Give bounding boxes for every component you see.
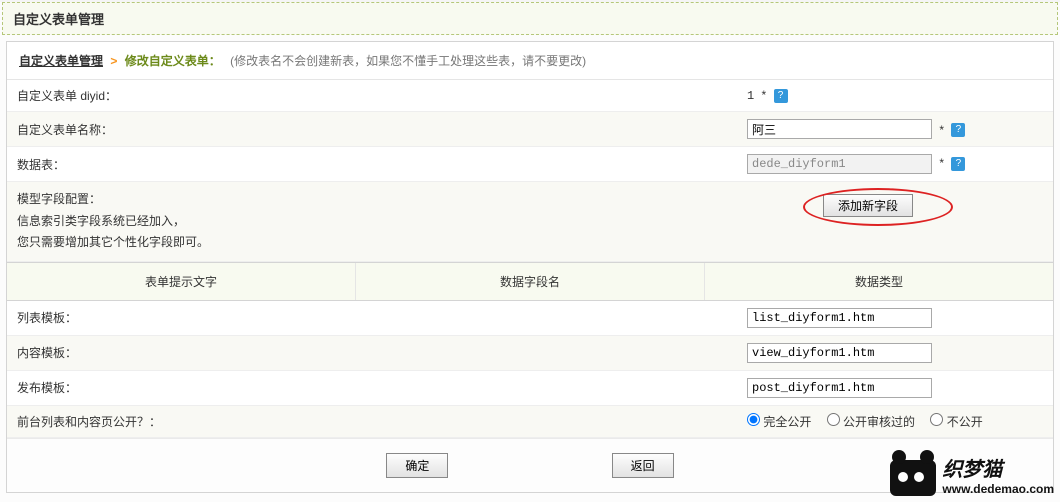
ok-button[interactable]: 确定 bbox=[386, 453, 448, 478]
required-star: * bbox=[758, 88, 771, 102]
list-tpl-label: 列表模板： bbox=[7, 301, 737, 336]
page-title: 自定义表单管理 bbox=[13, 9, 1047, 28]
public-radio-none[interactable] bbox=[930, 413, 943, 426]
public-label: 前台列表和内容页公开？： bbox=[7, 405, 737, 437]
name-input[interactable] bbox=[747, 119, 932, 139]
public-option-audited[interactable]: 公开审核过的 bbox=[827, 415, 915, 429]
table-label: 数据表： bbox=[7, 147, 737, 182]
list-tpl-input[interactable] bbox=[747, 308, 932, 328]
back-button[interactable]: 返回 bbox=[612, 453, 674, 478]
page-header-panel: 自定义表单管理 bbox=[2, 2, 1058, 35]
content-tpl-input[interactable] bbox=[747, 343, 932, 363]
watermark-url: www.dedemao.com bbox=[942, 482, 1054, 496]
public-radio-audited[interactable] bbox=[827, 413, 840, 426]
breadcrumb-current: 修改自定义表单： bbox=[125, 54, 221, 68]
public-option-full[interactable]: 完全公开 bbox=[747, 415, 811, 429]
post-tpl-label: 发布模板： bbox=[7, 370, 737, 405]
main-panel: 自定义表单管理 > 修改自定义表单： (修改表名不会创建新表，如果您不懂手工处理… bbox=[6, 41, 1054, 493]
field-config-desc2: 您只需要增加其它个性化字段即可。 bbox=[17, 232, 1043, 254]
name-label: 自定义表单名称： bbox=[7, 112, 737, 147]
breadcrumb-separator-icon: > bbox=[106, 54, 121, 68]
diyid-label: 自定义表单 diyid： bbox=[7, 80, 737, 112]
col-header-prompt: 表单提示文字 bbox=[7, 263, 356, 300]
required-star: * bbox=[935, 123, 948, 137]
help-icon[interactable]: ? bbox=[774, 89, 788, 103]
form-table: 自定义表单 diyid： 1 * ? 自定义表单名称： * ? 数据表： bbox=[7, 80, 1053, 262]
breadcrumb-note: (修改表名不会创建新表，如果您不懂手工处理这些表，请不要更改) bbox=[224, 54, 586, 68]
diyid-value: 1 bbox=[747, 89, 754, 103]
help-icon[interactable]: ? bbox=[951, 123, 965, 137]
breadcrumb: 自定义表单管理 > 修改自定义表单： (修改表名不会创建新表，如果您不懂手工处理… bbox=[7, 42, 1053, 80]
required-star: * bbox=[935, 156, 948, 170]
breadcrumb-link[interactable]: 自定义表单管理 bbox=[19, 54, 103, 68]
cat-logo-icon bbox=[890, 460, 936, 496]
public-radio-full[interactable] bbox=[747, 413, 760, 426]
public-option-none[interactable]: 不公开 bbox=[930, 415, 982, 429]
watermark-name: 织梦猫 bbox=[942, 453, 1054, 482]
field-column-headers: 表单提示文字 数据字段名 数据类型 bbox=[7, 262, 1053, 301]
add-field-button[interactable]: 添加新字段 bbox=[823, 194, 913, 217]
content-tpl-label: 内容模板： bbox=[7, 335, 737, 370]
help-icon[interactable]: ? bbox=[951, 157, 965, 171]
watermark: 织梦猫 www.dedemao.com bbox=[890, 453, 1054, 496]
post-tpl-input[interactable] bbox=[747, 378, 932, 398]
table-input bbox=[747, 154, 932, 174]
col-header-fieldname: 数据字段名 bbox=[356, 263, 705, 300]
template-table: 列表模板： 内容模板： 发布模板： 前台列表和内容页公开？： 完全公开 公开审核… bbox=[7, 301, 1053, 438]
col-header-datatype: 数据类型 bbox=[705, 263, 1053, 300]
